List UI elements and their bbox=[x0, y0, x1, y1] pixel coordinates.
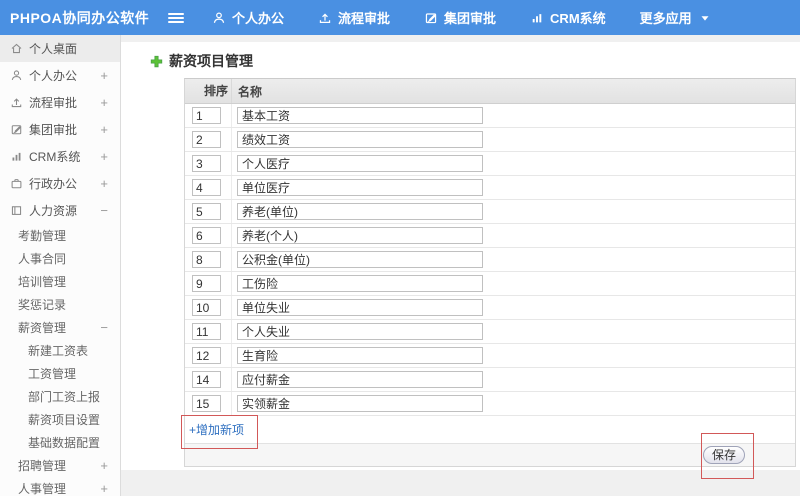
chart-icon bbox=[10, 150, 23, 163]
order-input[interactable] bbox=[192, 203, 221, 220]
topbar-menu-flow-approval[interactable]: 流程审批 bbox=[318, 8, 390, 27]
upload-icon bbox=[10, 96, 23, 109]
add-new-item-link[interactable]: +增加新项 bbox=[189, 421, 244, 438]
name-input[interactable] bbox=[237, 395, 483, 412]
sidebar-item-salary-item-setup[interactable]: 薪资项目设置 bbox=[0, 408, 120, 431]
name-input[interactable] bbox=[237, 227, 483, 244]
name-input[interactable] bbox=[237, 347, 483, 364]
sidebar-item-base-data-config[interactable]: 基础数据配置 bbox=[0, 431, 120, 454]
sidebar-item-group-approval[interactable]: 集团审批 + bbox=[0, 116, 120, 143]
sidebar-item-admin-office[interactable]: 行政办公 + bbox=[0, 170, 120, 197]
order-input[interactable] bbox=[192, 107, 221, 124]
order-input[interactable] bbox=[192, 395, 221, 412]
name-input[interactable] bbox=[237, 275, 483, 292]
edit-icon bbox=[424, 11, 438, 25]
briefcase-icon bbox=[10, 177, 23, 190]
order-input[interactable] bbox=[192, 323, 221, 340]
table-row bbox=[185, 248, 795, 272]
topbar-menu-personal-office[interactable]: 个人办公 bbox=[212, 8, 284, 27]
page-title: 薪资项目管理 bbox=[150, 51, 253, 71]
table-row bbox=[185, 152, 795, 176]
home-icon bbox=[10, 42, 23, 55]
app-window: PHPOA协同办公软件 个人办公 流程审批 集团审批 CRM系统 更多应用 个人… bbox=[0, 0, 800, 496]
table-row bbox=[185, 128, 795, 152]
table-row bbox=[185, 200, 795, 224]
order-input[interactable] bbox=[192, 371, 221, 388]
sidebar-item-wage-mgmt[interactable]: 工资管理 bbox=[0, 362, 120, 385]
sidebar-item-reward-records[interactable]: 奖惩记录 bbox=[0, 293, 120, 316]
sidebar-item-new-salary-sheet[interactable]: 新建工资表 bbox=[0, 339, 120, 362]
sidebar-item-personnel-mgmt[interactable]: 人事管理 + bbox=[0, 477, 120, 496]
sidebar-item-training-mgmt[interactable]: 培训管理 bbox=[0, 270, 120, 293]
topbar-menu: 个人办公 流程审批 集团审批 CRM系统 更多应用 bbox=[212, 8, 712, 27]
table-row bbox=[185, 344, 795, 368]
sidebar-item-human-resources[interactable]: 人力资源 − bbox=[0, 197, 120, 224]
save-button[interactable]: 保存 bbox=[702, 446, 745, 464]
topbar-menu-group-approval[interactable]: 集团审批 bbox=[424, 8, 496, 27]
order-input[interactable] bbox=[192, 227, 221, 244]
user-icon bbox=[10, 69, 23, 82]
sidebar: 个人桌面 个人办公 + 流程审批 + 集团审批 + CRM系统 + 行政办公 +… bbox=[0, 35, 121, 496]
table-footer: 保存 bbox=[185, 444, 795, 466]
column-header-order: 排序 bbox=[185, 79, 232, 103]
table-body bbox=[185, 104, 795, 416]
sidebar-item-hr-contract[interactable]: 人事合同 bbox=[0, 247, 120, 270]
table-row bbox=[185, 296, 795, 320]
user-icon bbox=[212, 11, 226, 25]
name-input[interactable] bbox=[237, 371, 483, 388]
sidebar-item-flow-approval[interactable]: 流程审批 + bbox=[0, 89, 120, 116]
table-row bbox=[185, 224, 795, 248]
table-row bbox=[185, 392, 795, 416]
order-input[interactable] bbox=[192, 347, 221, 364]
book-icon bbox=[10, 204, 23, 217]
order-input[interactable] bbox=[192, 251, 221, 268]
table-row bbox=[185, 104, 795, 128]
topbar-menu-more-apps[interactable]: 更多应用 bbox=[640, 8, 712, 27]
name-input[interactable] bbox=[237, 179, 483, 196]
sidebar-item-personal-desktop[interactable]: 个人桌面 bbox=[0, 35, 120, 62]
order-input[interactable] bbox=[192, 131, 221, 148]
order-input[interactable] bbox=[192, 155, 221, 172]
name-input[interactable] bbox=[237, 251, 483, 268]
name-input[interactable] bbox=[237, 107, 483, 124]
table-header: 排序 名称 bbox=[185, 79, 795, 104]
sidebar-item-recruit-mgmt[interactable]: 招聘管理 + bbox=[0, 454, 120, 477]
topbar: PHPOA协同办公软件 个人办公 流程审批 集团审批 CRM系统 更多应用 bbox=[0, 0, 800, 35]
sidebar-item-crm-system[interactable]: CRM系统 + bbox=[0, 143, 120, 170]
name-input[interactable] bbox=[237, 323, 483, 340]
chart-icon bbox=[530, 11, 544, 25]
caret-down-icon bbox=[698, 11, 712, 25]
table-row bbox=[185, 176, 795, 200]
sidebar-item-salary-mgmt[interactable]: 薪资管理 − bbox=[0, 316, 120, 339]
name-input[interactable] bbox=[237, 203, 483, 220]
table-row bbox=[185, 368, 795, 392]
topbar-menu-crm-system[interactable]: CRM系统 bbox=[530, 8, 606, 27]
name-input[interactable] bbox=[237, 155, 483, 172]
name-input[interactable] bbox=[237, 299, 483, 316]
main-area: 薪资项目管理 排序 名称 1 基本工资 2 绩效工资 3 个人医疗 4 单位医疗… bbox=[121, 35, 800, 496]
plus-icon bbox=[150, 55, 163, 68]
upload-icon bbox=[318, 11, 332, 25]
order-input[interactable] bbox=[192, 179, 221, 196]
order-input[interactable] bbox=[192, 299, 221, 316]
column-header-name: 名称 bbox=[238, 84, 263, 99]
content-panel: 薪资项目管理 排序 名称 1 基本工资 2 绩效工资 3 个人医疗 4 单位医疗… bbox=[121, 42, 800, 479]
sidebar-item-dept-wage-report[interactable]: 部门工资上报 bbox=[0, 385, 120, 408]
add-row: +增加新项 bbox=[185, 416, 795, 444]
sidebar-item-attendance-mgmt[interactable]: 考勤管理 bbox=[0, 224, 120, 247]
table-row bbox=[185, 320, 795, 344]
order-input[interactable] bbox=[192, 275, 221, 292]
sidebar-item-personal-office[interactable]: 个人办公 + bbox=[0, 62, 120, 89]
app-title: PHPOA协同办公软件 bbox=[10, 9, 150, 26]
edit-icon bbox=[10, 123, 23, 136]
salary-items-table: 排序 名称 1 基本工资 2 绩效工资 3 个人医疗 4 单位医疗 5 养老(单… bbox=[184, 78, 796, 467]
hamburger-icon[interactable] bbox=[168, 11, 184, 25]
table-row bbox=[185, 272, 795, 296]
name-input[interactable] bbox=[237, 131, 483, 148]
